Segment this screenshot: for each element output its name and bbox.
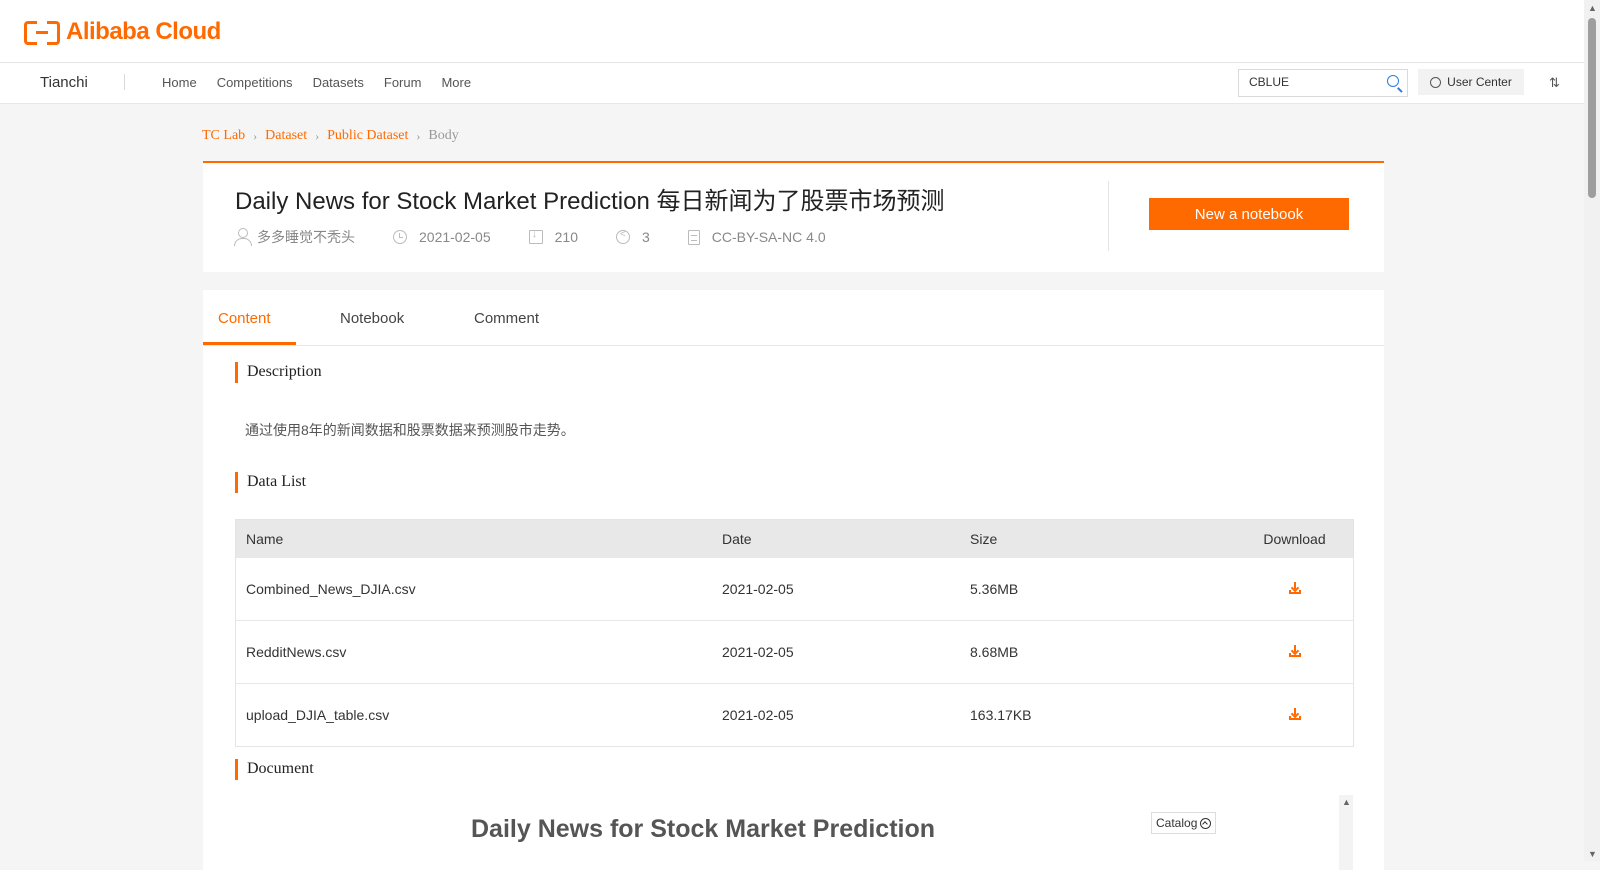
user-icon: [234, 228, 252, 246]
nav-link-home[interactable]: Home: [162, 75, 197, 90]
col-header-name: Name: [246, 530, 284, 547]
search-box: [1238, 69, 1408, 97]
nav-link-forum[interactable]: Forum: [384, 75, 422, 90]
meta-license: CC-BY-SA-NC 4.0: [687, 229, 826, 245]
table-row: upload_DJIA_table.csv 2021-02-05 163.17K…: [236, 683, 1353, 746]
nav-brand-tianchi[interactable]: Tianchi: [40, 74, 88, 91]
download-icon[interactable]: [1288, 708, 1301, 720]
data-list-heading: Data List: [235, 472, 306, 493]
description-text: 通过使用8年的新闻数据和股票数据来预测股市走势。: [245, 422, 575, 438]
top-header: Alibaba Cloud: [0, 0, 1584, 63]
nav-link-datasets[interactable]: Datasets: [313, 75, 364, 90]
breadcrumb-tc-lab[interactable]: TC Lab: [202, 128, 245, 144]
chevron-right-icon: ›: [253, 128, 258, 143]
file-size: 163.17KB: [970, 707, 1032, 723]
data-list-table: Name Date Size Download Combined_News_DJ…: [235, 519, 1354, 747]
scroll-down-arrow-icon[interactable]: ▼: [1588, 849, 1597, 859]
meta-shares: 3: [615, 229, 650, 245]
tab-notebook[interactable]: Notebook: [340, 310, 404, 327]
search-icon[interactable]: [1387, 75, 1399, 87]
col-header-size: Size: [970, 530, 998, 547]
share-icon: [615, 229, 630, 244]
file-name: Combined_News_DJIA.csv: [246, 581, 416, 597]
user-circle-icon: [1430, 76, 1442, 88]
publish-date: 2021-02-05: [419, 229, 491, 245]
document-scrollbar[interactable]: ▲: [1339, 795, 1353, 870]
scroll-up-arrow-icon[interactable]: ▲: [1342, 797, 1351, 807]
user-center-label: User Center: [1447, 75, 1512, 89]
dataset-header-card: Daily News for Stock Market Prediction 每…: [203, 161, 1384, 272]
download-icon[interactable]: [1288, 582, 1301, 594]
table-header: Name Date Size Download: [236, 520, 1353, 557]
col-header-download: Download: [1263, 530, 1326, 547]
header-divider: [1108, 181, 1109, 251]
download-count-icon: [528, 228, 543, 244]
scroll-thumb[interactable]: [1588, 18, 1596, 198]
file-name: upload_DJIA_table.csv: [246, 707, 390, 723]
nav-link-competitions[interactable]: Competitions: [217, 75, 293, 90]
nav-links: Home Competitions Datasets Forum More: [162, 75, 491, 90]
chevron-right-icon: ›: [416, 128, 421, 143]
download-count: 210: [554, 229, 578, 245]
nav-bar: Tianchi Home Competitions Datasets Forum…: [0, 63, 1584, 104]
page-scrollbar[interactable]: ▲ ▼: [1584, 0, 1600, 861]
new-notebook-button[interactable]: New a notebook: [1149, 198, 1349, 230]
col-header-date: Date: [722, 530, 752, 547]
breadcrumb-dataset[interactable]: Dataset: [265, 128, 307, 144]
meta-date: 2021-02-05: [393, 229, 491, 245]
nav-link-more[interactable]: More: [441, 75, 471, 90]
tab-bar: Content Notebook Comment: [203, 290, 1384, 346]
active-tab-indicator: [203, 342, 296, 345]
catalog-label: Catalog: [1156, 816, 1198, 830]
license-label: CC-BY-SA-NC 4.0: [711, 229, 826, 245]
catalog-button[interactable]: Catalog: [1151, 812, 1217, 834]
dataset-meta: 多多睡觉不秃头 2021-02-05 210 3 CC-BY-SA-NC 4.0: [234, 227, 864, 247]
tab-content[interactable]: Content: [218, 310, 271, 327]
author-name: 多多睡觉不秃头: [257, 229, 355, 245]
file-size: 5.36MB: [970, 581, 1019, 597]
clock-icon: [393, 230, 407, 244]
share-count: 3: [641, 229, 650, 245]
file-size: 8.68MB: [970, 644, 1019, 660]
dataset-title: Daily News for Stock Market Prediction 每…: [235, 188, 945, 215]
document-title: Daily News for Stock Market Prediction: [471, 815, 936, 843]
switch-icon[interactable]: ⇅: [1549, 75, 1560, 91]
table-row: Combined_News_DJIA.csv 2021-02-05 5.36MB: [236, 557, 1353, 620]
meta-downloads: 210: [528, 228, 578, 245]
user-center-button[interactable]: User Center: [1418, 69, 1524, 95]
content-card: Content Notebook Comment Description 通过使…: [203, 290, 1384, 870]
breadcrumb: TC Lab › Dataset › Public Dataset › Body: [202, 128, 459, 144]
file-name: RedditNews.csv: [246, 644, 347, 660]
table-row: RedditNews.csv 2021-02-05 8.68MB: [236, 620, 1353, 683]
nav-divider: [124, 74, 125, 90]
search-input[interactable]: [1239, 70, 1369, 94]
chevron-right-icon: ›: [315, 128, 320, 143]
logo-text: Alibaba Cloud: [66, 18, 221, 45]
scroll-up-arrow-icon[interactable]: ▲: [1588, 3, 1597, 13]
file-date: 2021-02-05: [722, 707, 794, 723]
breadcrumb-public-dataset[interactable]: Public Dataset: [327, 128, 408, 144]
alibaba-logo-icon: [24, 21, 60, 45]
meta-author: 多多睡觉不秃头: [234, 227, 355, 247]
chevron-up-circle-icon: [1200, 817, 1212, 829]
tab-comment[interactable]: Comment: [474, 310, 539, 327]
alibaba-cloud-logo[interactable]: Alibaba Cloud: [24, 18, 221, 46]
file-date: 2021-02-05: [722, 644, 794, 660]
document-heading: Document: [235, 759, 314, 780]
document-icon: [687, 229, 700, 245]
description-heading: Description: [235, 362, 322, 383]
breadcrumb-current: Body: [428, 128, 459, 143]
file-date: 2021-02-05: [722, 581, 794, 597]
download-icon[interactable]: [1288, 645, 1301, 657]
